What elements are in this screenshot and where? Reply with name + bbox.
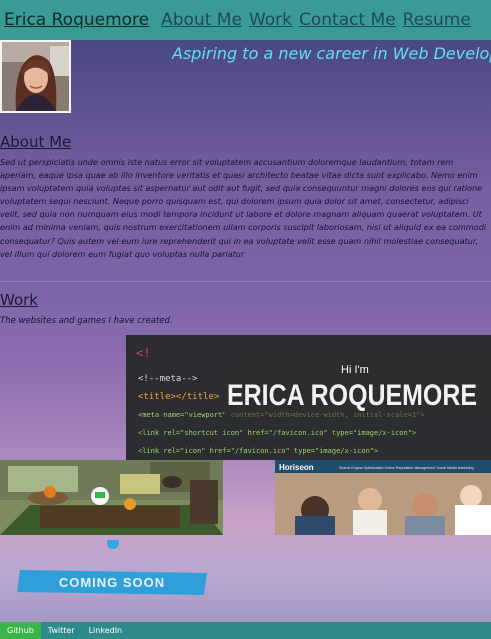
code-line-3: <link rel="shortcut icon" href="/favicon… [138,429,416,437]
portfolio-banner-image[interactable]: <! <!--meta--> <title></title> <meta nam… [126,335,491,460]
code-line-0: <!--meta--> [138,374,198,384]
section-divider [0,281,491,282]
banner-hi-text: Hi I'm [341,364,369,376]
coming-soon-text: COMING SOON [59,575,165,590]
footer-link-twitter[interactable]: Twitter [41,622,82,639]
coming-soon-graphic: COMING SOON [17,540,207,595]
nav-link-about[interactable]: About Me [161,10,242,30]
code-line-1: <title></title> [138,392,220,402]
work-subtitle: The websites and games I have created. [0,316,173,326]
work-heading[interactable]: Work [0,291,38,309]
brand-link[interactable]: Erica Roquemore [4,10,149,30]
nav-link-resume[interactable]: Resume [403,10,471,30]
footer-link-github[interactable]: Github [0,622,41,639]
coming-soon-image[interactable]: COMING SOON [0,540,491,622]
profile-photo [0,40,71,113]
horiseon-project-image[interactable]: Horiseon Search Engine Optimization Onli… [275,460,491,535]
code-line-4: <link rel="icon" href="/favicon.ico" typ… [138,447,378,455]
banner-name-text: ERICA ROQUEMORE [227,379,477,412]
profile-photo-image [2,42,69,111]
footer-bar: Github Twitter LinkedIn [0,622,491,639]
nav-link-work[interactable]: Work [249,10,292,30]
game-project-image[interactable] [0,460,223,535]
horiseon-nav: Search Engine Optimization Online Reputa… [339,466,474,470]
about-paragraph: Sed ut perspiciatis unde omnis iste natu… [0,157,487,259]
horiseon-graphic: Horiseon Search Engine Optimization Onli… [275,460,491,535]
footer-link-linkedin[interactable]: LinkedIn [82,622,130,639]
tagline: Aspiring to a new career in Web Developi… [172,44,491,63]
about-heading[interactable]: About Me [0,133,71,151]
top-navbar: Erica Roquemore About Me Work Contact Me… [0,0,491,40]
nav-link-contact[interactable]: Contact Me [299,10,396,30]
code-banner-graphic: <! <!--meta--> <title></title> <meta nam… [126,335,491,460]
horiseon-brand: Horiseon [279,463,314,472]
code-glyph-1: <! [136,346,150,360]
game-scene-graphic [0,460,223,535]
